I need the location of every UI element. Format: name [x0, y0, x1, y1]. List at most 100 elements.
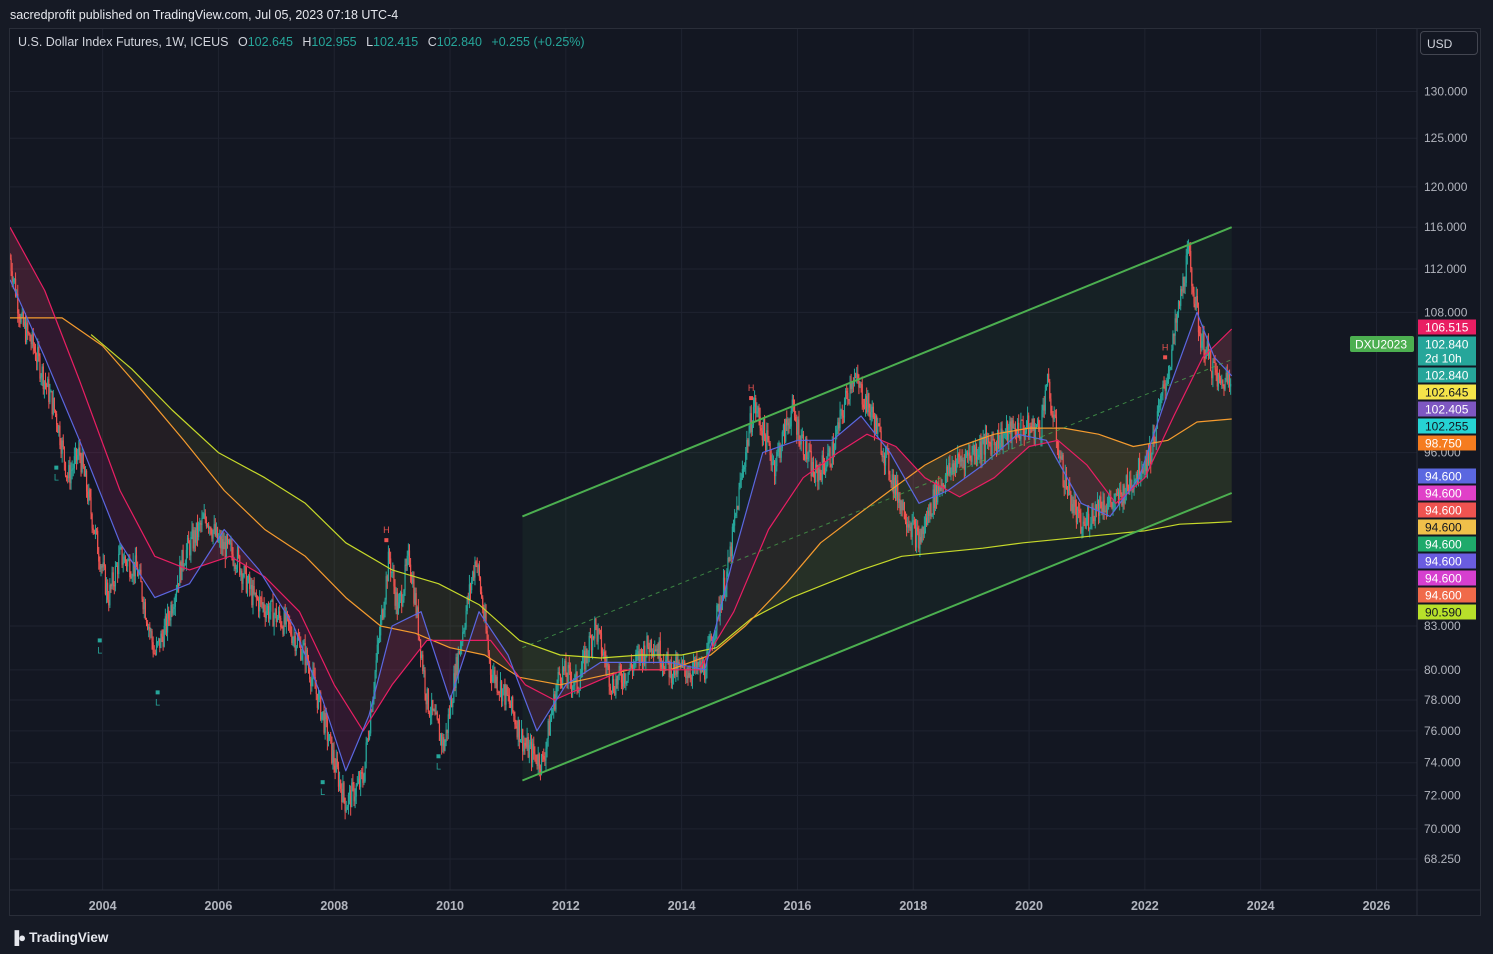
candle-body — [789, 426, 791, 428]
candle-body — [969, 452, 971, 459]
candle-body — [829, 448, 831, 466]
candle-body — [515, 724, 517, 727]
candle-body — [1103, 500, 1105, 513]
candle-body — [241, 570, 243, 584]
candle-body — [27, 323, 29, 333]
candle-body — [584, 650, 586, 670]
symbol-name[interactable]: U.S. Dollar Index Futures, 1W, ICEUS — [18, 35, 229, 49]
candle-body — [146, 623, 149, 630]
high-marker-label: H — [748, 383, 755, 393]
candle-body — [535, 754, 537, 763]
candle-body — [130, 577, 132, 579]
candle-body — [28, 332, 30, 334]
candle-body — [766, 430, 768, 452]
candle-body — [860, 383, 862, 385]
candle-body — [296, 637, 299, 647]
candle-body — [391, 572, 393, 574]
candle-body — [226, 536, 229, 543]
candle-body — [1137, 458, 1140, 480]
candle-body — [30, 340, 32, 345]
candle-body — [37, 347, 39, 363]
candle-body — [925, 517, 928, 526]
candle-body — [34, 350, 37, 360]
candle-body — [826, 464, 828, 468]
candle-body — [821, 455, 823, 481]
candle-body — [831, 442, 833, 467]
candle-body — [234, 564, 236, 569]
candle-body — [573, 685, 575, 687]
candle-body — [1143, 470, 1145, 472]
high-marker-label: H — [383, 525, 390, 535]
candle-body — [965, 452, 968, 454]
candle-body — [1091, 506, 1093, 524]
candle-body — [316, 693, 318, 708]
candle-body — [441, 734, 443, 746]
high-marker-square — [749, 396, 754, 401]
candle-body — [362, 774, 364, 783]
candle-body — [635, 653, 637, 663]
candle-body — [1043, 404, 1045, 411]
candle-body — [880, 431, 882, 455]
candle-body — [108, 599, 110, 606]
candle-body — [888, 451, 890, 475]
candle-body — [203, 513, 205, 518]
candle-body — [563, 666, 565, 672]
candle-body — [1011, 420, 1013, 441]
candle-body — [438, 723, 441, 741]
candle-body — [873, 417, 876, 434]
candle-body — [871, 406, 873, 413]
candle-body — [345, 809, 347, 812]
candle-body — [913, 520, 915, 525]
candle-body — [940, 487, 942, 489]
candle-body — [825, 467, 827, 474]
candle-body — [85, 470, 88, 492]
candle-body — [1225, 372, 1227, 381]
candle-body — [1184, 282, 1186, 287]
candle-body — [23, 321, 26, 326]
candle-body — [119, 547, 121, 555]
candle-body — [660, 664, 662, 668]
candle-body — [163, 625, 165, 647]
candle-body — [817, 467, 819, 482]
candle-body — [344, 798, 346, 812]
candle-body — [250, 584, 252, 589]
candle-body — [196, 522, 199, 538]
symbol-legend[interactable]: U.S. Dollar Index Futures, 1W, ICEUS O10… — [18, 35, 585, 49]
candle-body — [1217, 374, 1220, 387]
candle-body — [243, 566, 245, 578]
candle-body — [332, 750, 334, 763]
candle-body — [363, 781, 365, 783]
candle-body — [710, 635, 712, 641]
candle-body — [729, 546, 731, 561]
candle-body — [210, 527, 212, 534]
candle-body — [790, 410, 792, 427]
candle-body — [872, 406, 874, 418]
candle-body — [273, 615, 275, 627]
candle-body — [1197, 307, 1200, 333]
candle-body — [690, 677, 692, 680]
candle-body — [367, 738, 370, 740]
candle-body — [891, 474, 893, 484]
candle-body — [375, 660, 377, 672]
candle-body — [24, 321, 27, 343]
candle-body — [1228, 373, 1231, 387]
candle-body — [1059, 456, 1061, 459]
candle-body — [385, 576, 387, 600]
candle-body — [950, 468, 952, 474]
candle-body — [1063, 486, 1065, 488]
candle-body — [215, 527, 217, 536]
candle-body — [901, 500, 903, 511]
candle-body — [947, 466, 949, 475]
candle-body — [335, 758, 337, 773]
candle-body — [893, 477, 896, 494]
candle-body — [72, 468, 74, 470]
candle-body — [477, 565, 479, 567]
candle-body — [879, 426, 881, 432]
candle-body — [513, 711, 515, 716]
currency-button[interactable]: USD — [1420, 31, 1478, 55]
price-chart[interactable]: L L L L L H H H 130.000 125.000 120.000 116.000 112.… — [0, 0, 1493, 954]
candle-body — [1053, 414, 1055, 420]
candle-body — [279, 611, 281, 619]
tradingview-logo[interactable]: ▐● TradingView — [10, 930, 108, 945]
candle-body — [569, 668, 571, 680]
